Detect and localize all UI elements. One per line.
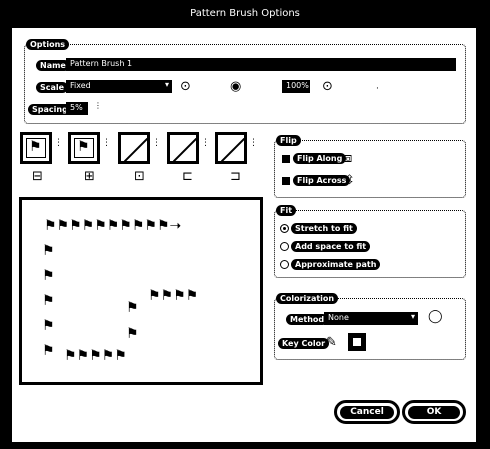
method-select[interactable]: None ▾ — [324, 312, 418, 325]
fit-stretch-radio[interactable]: Stretch to fit — [280, 223, 357, 234]
inner-corner-tile-stepper[interactable]: ⋮ — [152, 138, 161, 148]
svg-text:⚑: ⚑ — [42, 268, 55, 284]
pattern-tile-inner: ⚑⚑⚑⚑ — [148, 288, 198, 304]
cancel-button[interactable]: Cancel — [334, 400, 400, 424]
flip-group — [274, 140, 466, 198]
window-title: Pattern Brush Options — [190, 8, 300, 19]
fit-approximate-radio[interactable]: Approximate path — [280, 259, 381, 270]
spacing-input[interactable]: 5% — [66, 102, 88, 115]
key-color-label: Key Color — [278, 338, 330, 349]
svg-text:⚑: ⚑ — [126, 300, 139, 316]
spacing-stepper[interactable]: ⋮ — [94, 101, 102, 110]
inner-corner-tile[interactable] — [118, 132, 150, 164]
outer-corner-tile-icon: ⚑ — [77, 139, 90, 155]
end-tile[interactable] — [215, 132, 247, 164]
outer-corner-tile-stepper[interactable]: ⋮ — [102, 138, 111, 148]
end-type-icon: ⊐ — [230, 169, 241, 184]
pattern-tile-left: ⚑ — [42, 243, 55, 259]
pattern-tile-top: ⚑⚑⚑⚑⚑⚑⚑⚑⚑⚑➝ — [44, 218, 182, 234]
eyedropper-icon[interactable]: ✎ — [326, 336, 337, 349]
pattern-tile-bottom: ⚑⚑⚑⚑⚑ — [64, 348, 127, 364]
name-input[interactable]: Pattern Brush 1 — [66, 58, 456, 71]
flip-across-checkbox[interactable]: Flip Across — [282, 175, 351, 186]
fit-group-label: Fit — [276, 205, 297, 216]
side-tile-stepper[interactable]: ⋮ — [54, 138, 63, 148]
link-icon[interactable]: ⊙ — [180, 80, 191, 93]
side-tile-type-icon: ⊟ — [32, 169, 43, 184]
empty-tile-icon — [221, 138, 245, 162]
outer-corner-tile[interactable]: ⚑ — [68, 132, 100, 164]
flip-along-icon: ⧈ — [344, 151, 353, 166]
empty-tile-icon — [124, 138, 148, 162]
scale-label: Scale — [36, 82, 69, 93]
scale-select-value: Fixed — [70, 81, 91, 90]
flip-along-checkbox[interactable]: Flip Along — [282, 153, 347, 164]
svg-text:⚑: ⚑ — [126, 326, 139, 342]
chevron-down-icon: ▾ — [164, 80, 169, 89]
fit-add-space-radio[interactable]: Add space to fit — [280, 241, 371, 252]
flip-group-label: Flip — [276, 135, 301, 146]
preview-path: ⚑⚑⚑⚑⚑⚑⚑⚑⚑⚑➝ ⚑ ⚑ ⚑ ⚑ ⚑ ⚑⚑⚑⚑⚑ ⚑⚑⚑⚑ ⚑ ⚑ — [42, 218, 198, 364]
name-label: Name — [36, 60, 70, 71]
title-bar: Pattern Brush Options — [0, 0, 490, 26]
name-input-value: Pattern Brush 1 — [70, 59, 133, 68]
outer-corner-type-icon: ⊞ — [84, 169, 95, 184]
start-tile[interactable] — [167, 132, 199, 164]
empty-tile-icon — [173, 138, 197, 162]
chevron-down-icon: ▾ — [410, 312, 415, 321]
inner-corner-type-icon: ⊡ — [134, 169, 145, 184]
colorization-group-label: Colorization — [276, 293, 339, 304]
pattern-preview: ⚑⚑⚑⚑⚑⚑⚑⚑⚑⚑➝ ⚑ ⚑ ⚑ ⚑ ⚑ ⚑⚑⚑⚑⚑ ⚑⚑⚑⚑ ⚑ ⚑ — [19, 197, 263, 385]
svg-text:⚑: ⚑ — [42, 293, 55, 309]
method-label: Method — [286, 314, 329, 325]
link-icon-2[interactable]: ⊙ — [322, 80, 333, 93]
start-type-icon: ⊏ — [182, 169, 193, 184]
side-tile[interactable]: ⚑ — [20, 132, 52, 164]
bulb-icon[interactable]: ◯ — [428, 310, 443, 323]
svg-text:⚑: ⚑ — [42, 318, 55, 334]
end-tile-stepper[interactable]: ⋮ — [249, 138, 258, 148]
scale-percent-input[interactable]: 100% — [282, 80, 310, 93]
svg-text:⚑⚑⚑⚑⚑⚑⚑⚑⚑⚑➝: ⚑⚑⚑⚑⚑⚑⚑⚑⚑⚑➝ — [44, 218, 182, 234]
options-group-label: Options — [26, 39, 70, 50]
start-tile-stepper[interactable]: ⋮ — [201, 138, 210, 148]
slider-handle-icon[interactable]: ◉ — [230, 80, 241, 93]
colorization-group — [274, 298, 466, 360]
dot-icon: · — [376, 84, 379, 94]
flip-across-icon: ⇳ — [344, 173, 355, 188]
side-tile-icon: ⚑ — [29, 139, 42, 155]
ok-button[interactable]: OK — [402, 400, 466, 424]
svg-text:⚑: ⚑ — [42, 343, 55, 359]
key-color-swatch[interactable] — [348, 333, 366, 351]
scale-select[interactable]: Fixed ▾ — [66, 80, 172, 93]
